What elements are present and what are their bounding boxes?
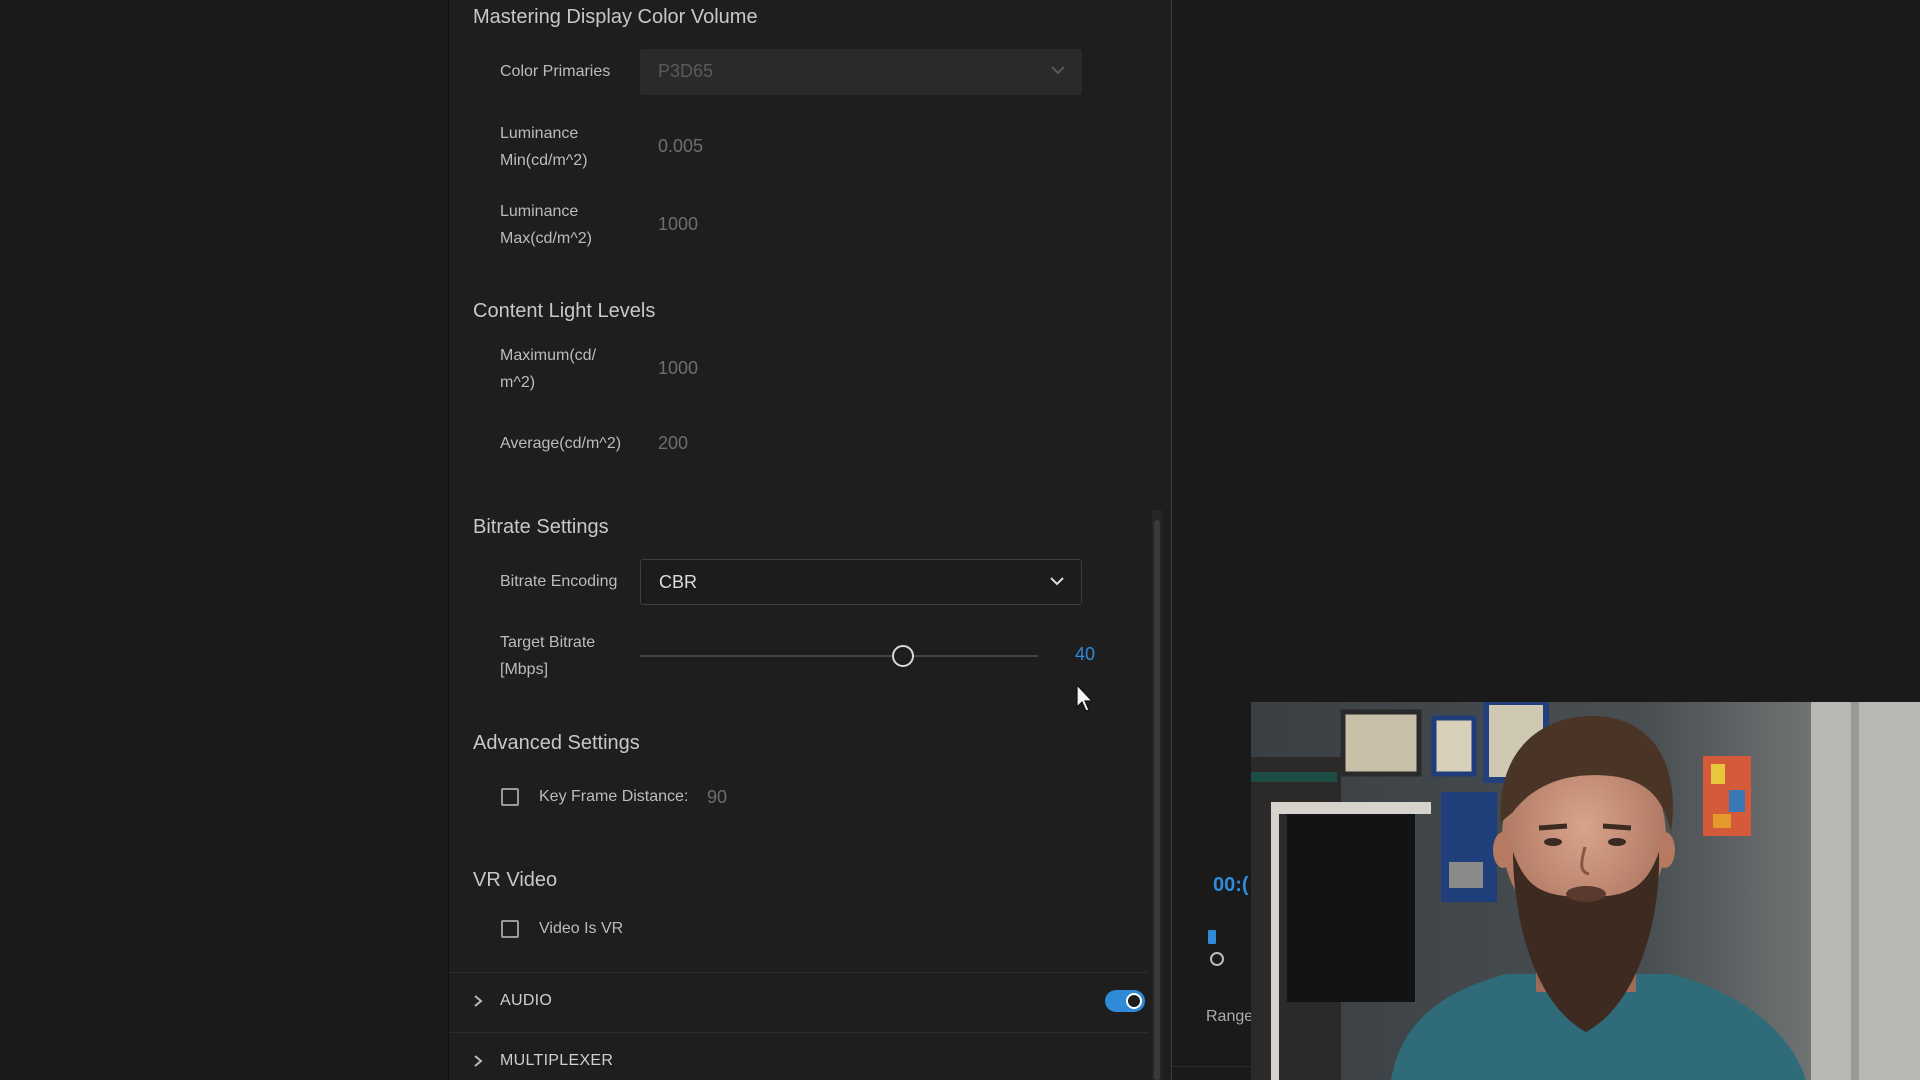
- panel-scrollbar-thumb[interactable]: [1154, 520, 1160, 1080]
- maximum-label: Maximum(cd/ m^2): [500, 342, 596, 396]
- timecode-display: 00:(: [1213, 874, 1249, 896]
- vr-section-title: VR Video: [473, 869, 558, 891]
- advanced-section-title: Advanced Settings: [473, 732, 640, 754]
- range-label: Range: [1206, 1008, 1254, 1025]
- target-bitrate-label: Target Bitrate [Mbps]: [500, 629, 595, 683]
- average-label: Average(cd/m^2): [500, 435, 622, 452]
- bitrate-encoding-label: Bitrate Encoding: [500, 573, 618, 590]
- maximum-label-line2: m^2): [500, 374, 536, 391]
- bitrate-encoding-dropdown[interactable]: CBR: [640, 559, 1082, 605]
- target-bitrate-slider-track[interactable]: [640, 655, 1038, 657]
- mouse-cursor-icon: [1076, 684, 1094, 712]
- divider: [1170, 1066, 1251, 1067]
- audio-enable-toggle[interactable]: [1105, 990, 1145, 1012]
- target-bitrate-slider-handle[interactable]: [891, 645, 914, 667]
- luminance-min-label-line1: Luminance: [500, 125, 579, 142]
- multiplexer-group-label[interactable]: MULTIPLEXER: [500, 1052, 613, 1070]
- luminance-max-label: Luminance Max(cd/m^2): [500, 198, 592, 252]
- luminance-min-label: Luminance Min(cd/m^2): [500, 120, 588, 174]
- divider: [449, 972, 1149, 973]
- maximum-value[interactable]: 1000: [658, 358, 698, 379]
- mastering-section-title: Mastering Display Color Volume: [473, 6, 758, 28]
- color-primaries-value: P3D65: [658, 61, 714, 81]
- target-bitrate-label-line2: [Mbps]: [500, 661, 549, 678]
- audio-group-label[interactable]: AUDIO: [500, 992, 552, 1010]
- export-settings-panel: Mastering Display Color Volume Color Pri…: [448, 0, 1172, 1080]
- luminance-max-label-line1: Luminance: [500, 203, 579, 220]
- luminance-max-value[interactable]: 1000: [658, 214, 698, 235]
- webcam-overlay: [1251, 702, 1920, 1080]
- luminance-min-value[interactable]: 0.005: [658, 136, 703, 157]
- bitrate-encoding-value: CBR: [659, 572, 698, 592]
- chevron-right-icon[interactable]: [473, 994, 483, 1008]
- video-is-vr-label: Video Is VR: [539, 920, 624, 937]
- key-frame-distance-value: 90: [707, 787, 728, 807]
- target-bitrate-label-line1: Target Bitrate: [500, 634, 596, 651]
- average-value[interactable]: 200: [658, 433, 688, 454]
- presenter-video-image: [1251, 702, 1920, 1080]
- content-light-section-title: Content Light Levels: [473, 300, 656, 322]
- luminance-max-label-line2: Max(cd/m^2): [500, 230, 592, 247]
- luminance-min-label-line2: Min(cd/m^2): [500, 152, 588, 169]
- toggle-knob: [1126, 993, 1142, 1009]
- key-frame-distance-checkbox[interactable]: [501, 788, 519, 806]
- range-handle[interactable]: [1210, 952, 1224, 966]
- maximum-label-line1: Maximum(cd/: [500, 347, 597, 364]
- color-primaries-dropdown: P3D65: [640, 49, 1082, 95]
- bitrate-section-title: Bitrate Settings: [473, 516, 609, 538]
- chevron-down-icon: [1050, 577, 1064, 586]
- target-bitrate-value[interactable]: 40: [1075, 644, 1095, 665]
- playhead-marker[interactable]: [1208, 930, 1216, 944]
- divider: [449, 1032, 1149, 1033]
- video-is-vr-checkbox[interactable]: [501, 920, 519, 938]
- key-frame-distance-label: Key Frame Distance:: [539, 788, 689, 805]
- chevron-right-icon[interactable]: [473, 1054, 483, 1068]
- color-primaries-label: Color Primaries: [500, 63, 611, 80]
- chevron-down-icon: [1051, 66, 1065, 75]
